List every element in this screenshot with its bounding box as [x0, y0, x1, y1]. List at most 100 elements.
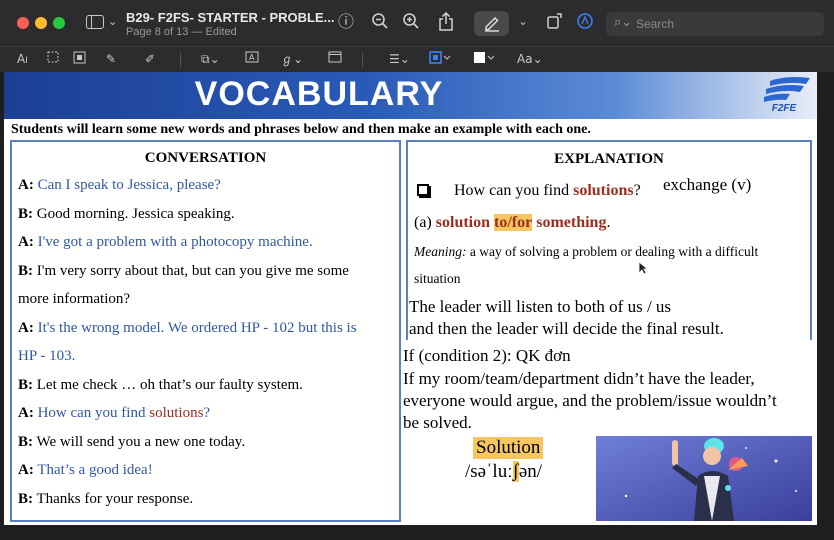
chevron-down-icon[interactable]: ⌄: [108, 15, 117, 28]
instant-alpha-icon[interactable]: [73, 51, 86, 68]
share-icon[interactable]: [435, 11, 457, 36]
usage-word: solution: [435, 214, 491, 231]
line-text: I've got a problem with a photocopy mach…: [37, 234, 313, 250]
meaning-text: a way of solving a problem or dealing wi…: [469, 244, 759, 259]
line-text: How can you find: [37, 405, 146, 421]
text-box-icon[interactable]: A: [245, 51, 259, 67]
meaning-label: Meaning:: [414, 244, 467, 259]
speaker-label: B:: [18, 376, 33, 393]
zoom-in-icon[interactable]: [400, 12, 422, 35]
search-field[interactable]: ⌕⌄: [606, 12, 824, 36]
markup-toolbar: AI ✎ ✐ ⧉⌄ A ℊ⌄ ☰⌄ Aa⌄: [0, 46, 834, 72]
conversation-line: A: I've got a problem with a photocopy m…: [18, 228, 393, 257]
svg-text:A: A: [249, 53, 255, 62]
toolbar-divider: [180, 53, 181, 67]
question-end: ?: [633, 182, 641, 199]
logo-text: F2FE: [771, 103, 797, 114]
line-text: Let me check … oh that’s our faulty syst…: [36, 376, 303, 393]
condition-line-1: If my room/team/department didn’t have t…: [403, 369, 755, 388]
line-text: HP - 103.: [18, 348, 76, 364]
meaning-line-2: situation: [414, 271, 461, 286]
document-subtitle: Page 8 of 13 — Edited: [126, 26, 237, 38]
document-title[interactable]: B29- F2FS- STARTER - PROBLE...: [126, 10, 335, 25]
conversation-line: B: Thanks for your response.: [18, 485, 393, 514]
speaker-label: A:: [18, 177, 34, 193]
usage-line: (a) solution to/for something.: [414, 214, 610, 232]
conversation-line: B: I'm very sorry about that, but can yo…: [18, 257, 393, 286]
usage-object: something: [536, 214, 607, 231]
draw-icon[interactable]: ✐: [145, 51, 155, 67]
sidebar-toggle-icon[interactable]: [86, 15, 104, 29]
document-page: VOCABULARY F2FE Students will learn some…: [4, 72, 817, 525]
shapes-icon[interactable]: ⧉⌄: [201, 51, 220, 67]
explanation-question: How can you find solutions?: [454, 182, 641, 200]
vocabulary-banner: VOCABULARY F2FE: [4, 72, 817, 119]
zoom-window-button[interactable]: [53, 17, 65, 29]
vocabulary-word: Solution: [473, 437, 544, 459]
banner-title: VOCABULARY: [194, 75, 444, 113]
minimize-window-button[interactable]: [35, 17, 47, 29]
line-text: That’s a good idea!: [37, 462, 153, 478]
rectangular-selection-icon[interactable]: [47, 51, 59, 67]
conversation-line: HP - 103.: [18, 342, 393, 371]
signature-icon[interactable]: ℊ⌄: [281, 51, 303, 67]
checkbox-icon: [417, 184, 429, 196]
conversation-line: B: Good morning. Jessica speaking.: [18, 200, 393, 229]
rotate-icon[interactable]: [544, 12, 566, 35]
speaker-label: A:: [18, 234, 34, 250]
question-keyword: solutions: [573, 182, 634, 199]
line-text: I'm very sorry about that, but can you g…: [36, 262, 349, 279]
phonetic-end: ən/: [518, 461, 543, 482]
line-text: It's the wrong model. We ordered HP - 10…: [37, 319, 357, 336]
zoom-out-icon[interactable]: [369, 12, 391, 35]
conversation-line: B: We will send you a new one today.: [18, 428, 393, 457]
solution-illustration: [596, 436, 812, 521]
fill-color-icon[interactable]: [473, 51, 495, 69]
text-selection-icon[interactable]: AI: [17, 51, 28, 69]
sketch-icon[interactable]: ✎: [106, 51, 116, 67]
border-color-icon[interactable]: [429, 51, 451, 69]
search-input[interactable]: [636, 16, 816, 32]
question-text: How can you find: [454, 182, 570, 199]
line-end: ?: [203, 405, 211, 421]
intro-text: Students will learn some new words and p…: [11, 122, 591, 137]
meaning-line: Meaning: a way of solving a problem or d…: [414, 244, 758, 260]
line-text: Good morning. Jessica speaking.: [36, 205, 235, 222]
example-line-1: The leader will listen to both of us / u…: [409, 297, 672, 316]
line-text: Thanks for your response.: [36, 490, 194, 507]
handwritten-note: exchange (v): [663, 175, 752, 194]
search-icon: ⌕⌄: [614, 15, 633, 30]
markup-button[interactable]: [474, 11, 509, 36]
usage-preposition: to/for: [494, 214, 533, 231]
speaker-label: A:: [18, 405, 34, 421]
line-text: more information?: [18, 291, 131, 307]
condition-line-3: be solved.: [403, 413, 472, 432]
markup-chevron-icon[interactable]: ⌄: [512, 12, 534, 32]
info-icon[interactable]: ⓘ: [335, 12, 357, 32]
condition-line-2: everyone would argue, and the problem/is…: [403, 391, 777, 410]
usage-prefix: (a): [414, 214, 432, 231]
conversation-line: A: It's the wrong model. We ordered HP -…: [18, 314, 393, 343]
f2fe-logo: F2FE: [756, 75, 812, 117]
mouse-cursor-icon: [638, 261, 648, 275]
conversation-line: more information?: [18, 285, 393, 314]
conversation-heading: CONVERSATION: [144, 150, 267, 166]
annotate-circle-icon[interactable]: [574, 12, 596, 35]
line-text: Can I speak to Jessica, please?: [37, 177, 221, 193]
explanation-heading: EXPLANATION: [554, 151, 664, 167]
speaker-label: B:: [18, 262, 33, 279]
line-style-icon[interactable]: ☰⌄: [389, 51, 410, 67]
text-style-button[interactable]: Aa⌄: [517, 51, 543, 67]
usage-end: .: [606, 214, 611, 231]
close-window-button[interactable]: [17, 17, 29, 29]
page-layout-icon[interactable]: [328, 51, 342, 67]
conversation-line: A: How can you find solutions?: [18, 399, 393, 428]
speaker-label: A:: [18, 462, 34, 478]
phonetic-start: /səˈluː: [465, 461, 513, 482]
conversation-line: A: Can I speak to Jessica, please?: [18, 171, 393, 200]
speaker-label: B:: [18, 490, 33, 507]
highlighted-word: solutions: [149, 405, 204, 421]
toolbar-divider: [362, 53, 363, 67]
speaker-label: B:: [18, 433, 33, 450]
text-style-label: Aa: [517, 52, 533, 66]
